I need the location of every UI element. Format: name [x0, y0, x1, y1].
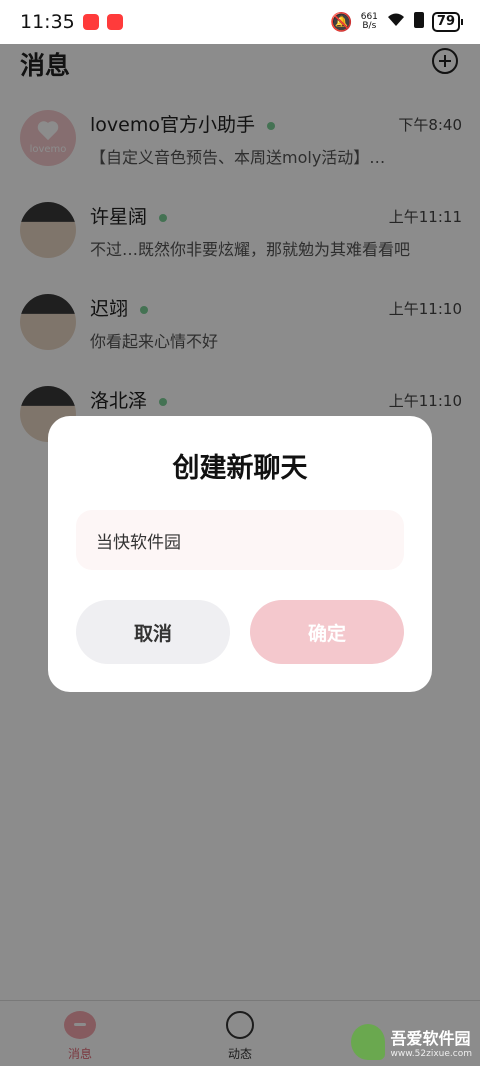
app-notification-icon — [106, 14, 123, 30]
battery-indicator: 79 — [431, 12, 464, 32]
leaf-logo-icon — [350, 1024, 385, 1060]
dialog-title: 创建新聊天 — [172, 453, 308, 484]
network-speed-unit: B/s — [362, 21, 377, 31]
chat-name-input[interactable] — [76, 510, 404, 570]
bell-muted-icon: 🔕 — [330, 11, 353, 33]
create-chat-dialog: 创建新聊天 取消 确定 — [48, 416, 432, 692]
app-notification-icon — [82, 14, 99, 30]
confirm-button[interactable]: 确定 — [250, 600, 404, 664]
sim-icon — [413, 11, 424, 33]
status-time: 11:35 — [20, 11, 75, 33]
status-icons: 🔕 661 B/s 79 — [330, 11, 464, 33]
watermark-url: www.52zixue.com — [390, 1049, 472, 1059]
wifi-icon — [386, 12, 406, 33]
cancel-button[interactable]: 取消 — [76, 600, 230, 664]
watermark-text: 吾爱软件园 — [390, 1029, 471, 1048]
network-speed: 661 B/s — [361, 13, 378, 31]
watermark: 吾爱软件园 www.52zixue.com — [350, 1024, 472, 1060]
status-bar: 11:35 🔕 661 B/s 79 — [0, 0, 480, 44]
